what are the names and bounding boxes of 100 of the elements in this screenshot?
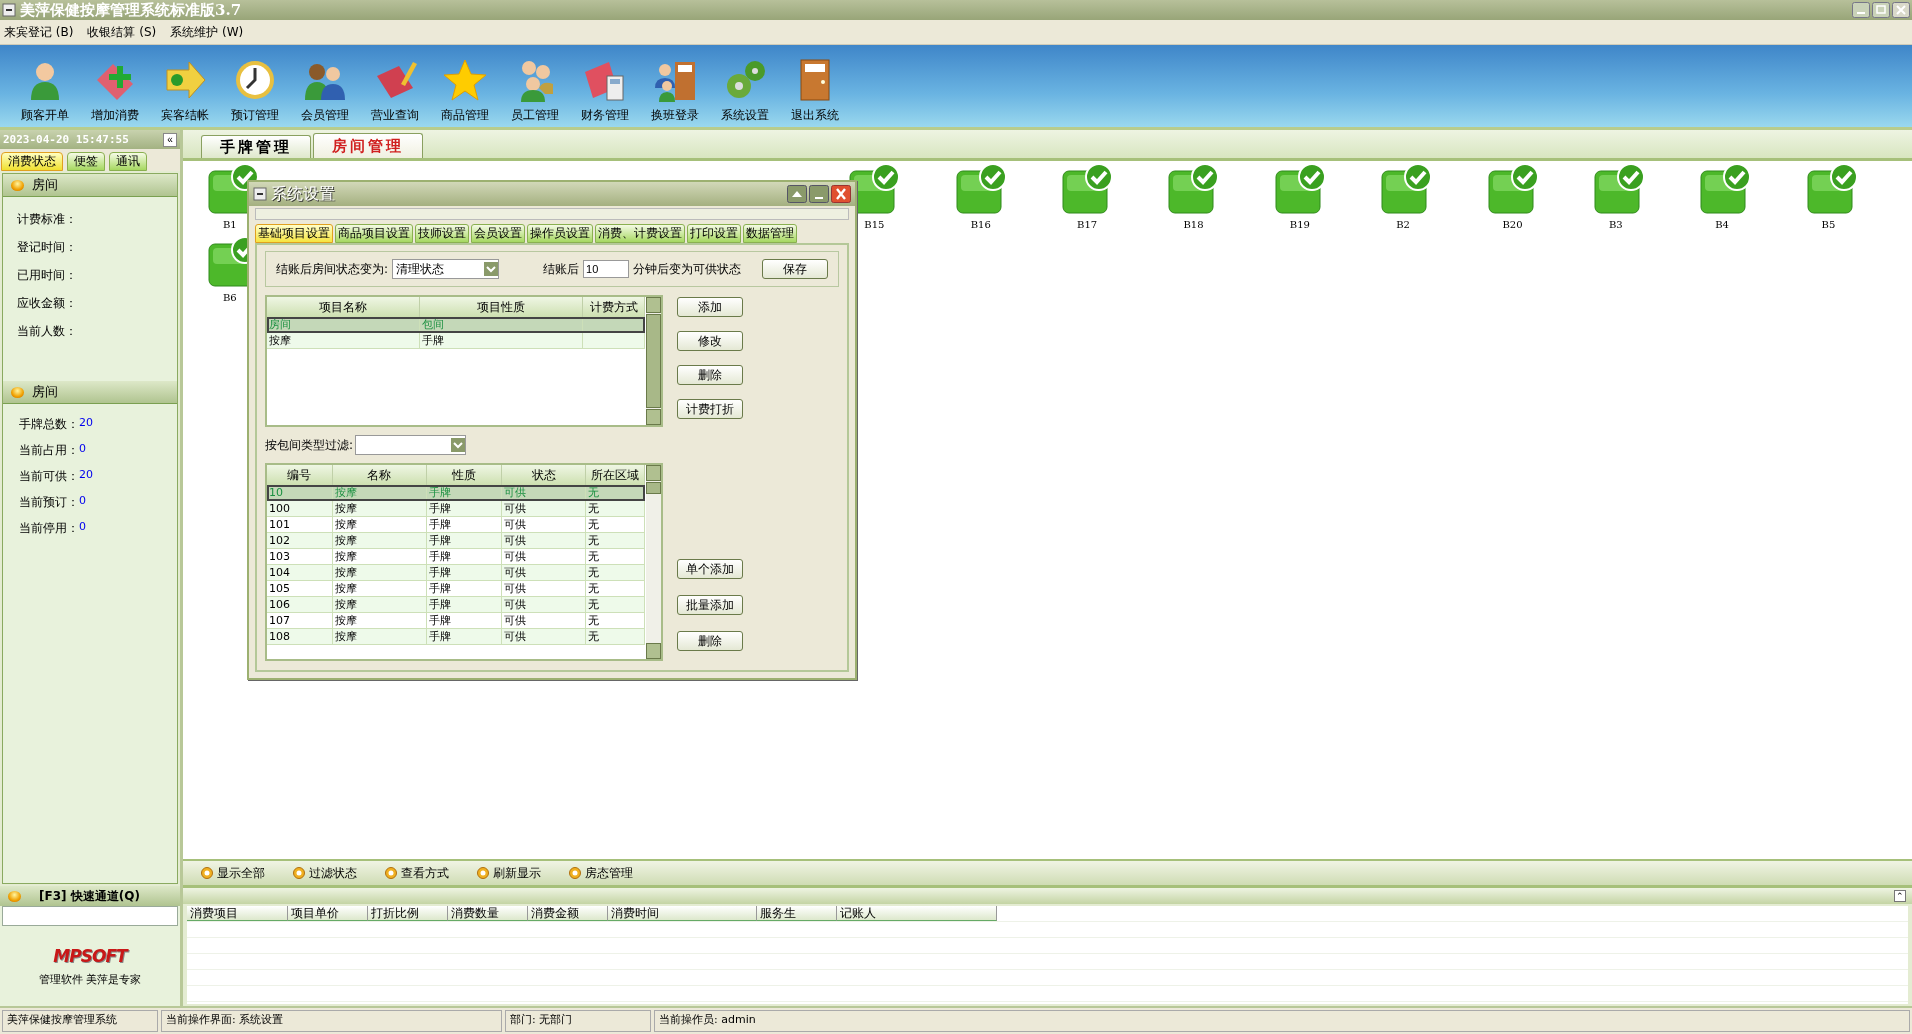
menu-item[interactable]: 来宾登记 (B) bbox=[4, 23, 74, 41]
column-header[interactable]: 消费时间 bbox=[608, 906, 757, 921]
action-button[interactable]: 删除 bbox=[677, 365, 743, 385]
action-button[interactable]: 单个添加 bbox=[677, 559, 743, 579]
circle-icon bbox=[293, 867, 305, 879]
action-button[interactable]: 删除 bbox=[677, 631, 743, 651]
state-dropdown[interactable]: 清理状态 bbox=[392, 259, 500, 279]
minutes-field[interactable]: 10 bbox=[583, 260, 630, 278]
save-button[interactable]: 保存 bbox=[762, 259, 828, 279]
toolbar-button[interactable]: 宾客结帐 bbox=[150, 58, 219, 127]
column-header[interactable]: 服务生 bbox=[757, 906, 837, 921]
toolbar-button[interactable]: 顾客开单 bbox=[10, 58, 79, 127]
column-header[interactable]: 项目单价 bbox=[288, 906, 368, 921]
field-label: 当前人数： bbox=[17, 323, 78, 340]
table-row[interactable]: 103 按摩 手牌 可供 无 bbox=[267, 549, 645, 565]
scrollbar[interactable] bbox=[646, 297, 661, 425]
room-label: B20 bbox=[1501, 219, 1523, 230]
column-header[interactable]: 项目名称 bbox=[267, 297, 421, 317]
action-button[interactable]: 显示全部 bbox=[201, 864, 265, 882]
table-cell: 可供 bbox=[501, 629, 587, 645]
table-row[interactable]: 102 按摩 手牌 可供 无 bbox=[267, 533, 645, 549]
action-button[interactable]: 批量添加 bbox=[677, 595, 743, 615]
filter-label: 按包间类型过滤: bbox=[265, 436, 354, 454]
toolbar-button[interactable]: 退出系统 bbox=[780, 58, 849, 127]
toolbar-button[interactable]: 预订管理 bbox=[220, 58, 289, 127]
tab[interactable]: 会员设置 bbox=[471, 224, 525, 243]
tab[interactable]: 操作员设置 bbox=[527, 224, 593, 243]
table-row[interactable]: 107 按摩 手牌 可供 无 bbox=[267, 613, 645, 629]
close-icon[interactable] bbox=[831, 185, 851, 203]
tab[interactable]: 打印设置 bbox=[687, 224, 741, 243]
slogan: 管理软件 美萍是专家 bbox=[38, 971, 142, 987]
action-button[interactable]: 添加 bbox=[677, 297, 743, 317]
restore-icon[interactable] bbox=[787, 185, 807, 203]
column-header[interactable]: 记账人 bbox=[837, 906, 997, 921]
scrollbar[interactable] bbox=[646, 465, 661, 659]
input-field[interactable] bbox=[2, 906, 178, 926]
table-row[interactable]: 105 按摩 手牌 可供 无 bbox=[267, 581, 645, 597]
table-row[interactable]: 108 按摩 手牌 可供 无 bbox=[267, 629, 645, 645]
table-row[interactable]: 104 按摩 手牌 可供 无 bbox=[267, 565, 645, 581]
system-menu-icon[interactable] bbox=[253, 187, 267, 201]
tab[interactable]: 商品项目设置 bbox=[335, 224, 413, 243]
toolbar-button[interactable]: 会员管理 bbox=[290, 58, 359, 127]
field-label: 计费标准： bbox=[17, 211, 78, 228]
action-button[interactable]: 刷新显示 bbox=[477, 864, 541, 882]
side-tab[interactable]: 通讯 bbox=[109, 152, 147, 171]
column-header[interactable]: 名称 bbox=[332, 465, 428, 485]
close-icon[interactable] bbox=[1892, 2, 1910, 18]
setting-label: 结账后房间状态变为: bbox=[276, 260, 389, 278]
system-menu-icon[interactable] bbox=[2, 3, 16, 17]
table-row[interactable]: 按摩 手牌 bbox=[267, 333, 645, 349]
column-header[interactable]: 计费方式 bbox=[583, 297, 645, 317]
minimize-icon[interactable] bbox=[1852, 2, 1870, 18]
toolbar-button[interactable]: 财务管理 bbox=[570, 58, 639, 127]
column-header[interactable]: 消费项目 bbox=[187, 906, 288, 921]
circle-icon bbox=[385, 867, 397, 879]
column-header[interactable]: 消费金额 bbox=[528, 906, 608, 921]
menu-item[interactable]: 收银结算 (S) bbox=[87, 23, 157, 41]
tab[interactable]: 数据管理 bbox=[743, 224, 797, 243]
maximize-icon[interactable] bbox=[1872, 2, 1890, 18]
status-cell: 当前操作员: admin bbox=[654, 1010, 1910, 1032]
table-cell: 手牌 bbox=[427, 629, 502, 645]
action-button[interactable]: 修改 bbox=[677, 331, 743, 351]
toolbar-button[interactable]: 换班登录 bbox=[640, 58, 709, 127]
tab[interactable]: 技师设置 bbox=[415, 224, 469, 243]
toolbar-button[interactable]: 员工管理 bbox=[500, 58, 569, 127]
table-cell: 按摩 bbox=[269, 334, 291, 347]
action-button[interactable]: 房态管理 bbox=[569, 864, 633, 882]
toolbar-button[interactable]: 商品管理 bbox=[430, 58, 499, 127]
column-header[interactable]: 打折比例 bbox=[368, 906, 448, 921]
table-cell: 无 bbox=[586, 629, 645, 645]
toolbar-button[interactable]: 增加消费 bbox=[80, 58, 149, 127]
action-button[interactable]: 过滤状态 bbox=[293, 864, 357, 882]
column-header[interactable]: 项目性质 bbox=[420, 297, 584, 317]
table-row[interactable]: 101 按摩 手牌 可供 无 bbox=[267, 517, 645, 533]
circle-icon bbox=[477, 867, 489, 879]
minimize-icon[interactable] bbox=[809, 185, 829, 203]
column-header[interactable]: 状态 bbox=[501, 465, 587, 485]
tab[interactable]: 消费、计费设置 bbox=[595, 224, 685, 243]
tab[interactable]: 手牌管理 bbox=[201, 135, 311, 158]
room-label: B1 bbox=[222, 219, 237, 230]
column-header[interactable]: 消费数量 bbox=[448, 906, 528, 921]
column-header[interactable]: 性质 bbox=[427, 465, 502, 485]
side-tab[interactable]: 消费状态 bbox=[1, 152, 63, 171]
collapse-button[interactable]: « bbox=[163, 132, 177, 147]
star-icon bbox=[442, 58, 487, 102]
tab[interactable]: 房间管理 bbox=[313, 133, 423, 158]
menu-item[interactable]: 系统维护 (W) bbox=[170, 23, 244, 41]
type-dropdown[interactable] bbox=[355, 435, 467, 455]
column-header[interactable]: 编号 bbox=[267, 465, 333, 485]
table-row[interactable]: 100 按摩 手牌 可供 无 bbox=[267, 501, 645, 517]
column-header[interactable]: 所在区域 bbox=[586, 465, 645, 485]
side-tab[interactable]: 便签 bbox=[67, 152, 105, 171]
table-row[interactable]: 106 按摩 手牌 可供 无 bbox=[267, 597, 645, 613]
tab[interactable]: 基础项目设置 bbox=[255, 224, 333, 243]
stat-label: 当前预订： bbox=[19, 494, 79, 511]
toolbar-button[interactable]: 营业查询 bbox=[360, 58, 429, 127]
expand-button[interactable]: ⌃ bbox=[1894, 890, 1906, 902]
action-button[interactable]: 计费打折 bbox=[677, 399, 743, 419]
action-button[interactable]: 查看方式 bbox=[385, 864, 449, 882]
toolbar-button[interactable]: 系统设置 bbox=[710, 58, 779, 127]
